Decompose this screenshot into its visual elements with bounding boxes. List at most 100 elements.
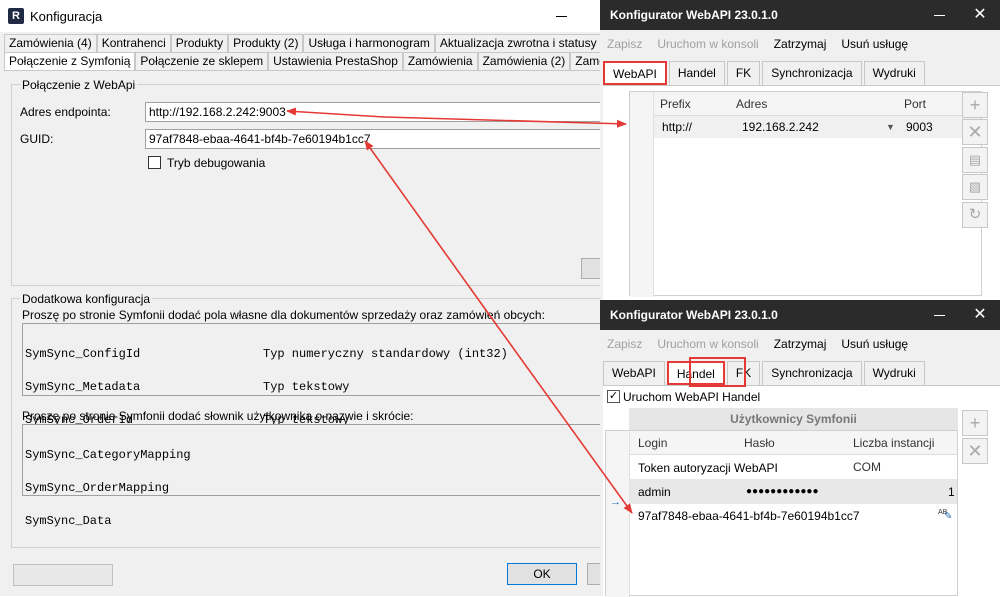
add-icon[interactable]: + [962, 92, 988, 118]
tab-handel[interactable]: Handel [666, 361, 725, 385]
app-logo-icon: R [8, 8, 24, 24]
endpoint-input[interactable]: http://192.168.2.242:9003 [145, 102, 615, 122]
cell-login[interactable]: admin [638, 480, 671, 504]
cell-password[interactable]: ●●●●●●●●●●●● [746, 480, 818, 504]
tab-usluga-harmonogram[interactable]: Usługa i harmonogram [303, 34, 435, 52]
chevron-down-icon[interactable]: ▼ [886, 122, 895, 132]
run-webapi-checkbox[interactable]: ✓ [607, 390, 620, 403]
cell-token[interactable]: 97af7848-ebaa-4641-bf4b-7e60194b1cc7 [638, 504, 860, 528]
tab-webapi[interactable]: WebAPI [603, 61, 667, 85]
tab-row-top: Zamówienia (4) Kontrahenci Produkty Prod… [4, 34, 602, 52]
tab-produkty-2[interactable]: Produkty (2) [228, 34, 304, 52]
cell-port[interactable]: 9003 [906, 120, 933, 134]
tab-aktualizacja-zwrotna[interactable]: Aktualizacja zwrotna i statusy [434, 34, 602, 52]
row-selector-column [606, 431, 630, 597]
close-icon[interactable]: ✕ [970, 305, 990, 325]
guid-label: GUID: [20, 132, 54, 146]
tab-fk[interactable]: FK [726, 361, 761, 385]
edit-pencil-icon[interactable]: ✎ [944, 505, 952, 529]
tab-row-bottom: Połączenie z Symfonią Połączenie ze skle… [4, 52, 663, 72]
table-row[interactable]: http:// 192.168.2.242 ▼ 9003 [654, 116, 981, 138]
extra-config-title: Dodatkowa konfiguracja [20, 292, 153, 306]
table-row[interactable]: admin ●●●●●●●●●●●● 1 [630, 480, 957, 504]
tab-synchronizacja[interactable]: Synchronizacja [762, 361, 862, 385]
title-bar: R Konfiguracja [0, 0, 600, 32]
delete-icon[interactable]: ✕ [962, 438, 988, 464]
run-webapi-label: Uruchom WebAPI Handel [623, 390, 761, 404]
token-header: Token autoryzacji WebAPI [630, 456, 957, 480]
grid-header: Prefix Adres Port [654, 92, 981, 116]
add-icon[interactable]: + [962, 410, 988, 436]
run-console-button[interactable]: Uruchom w konsoli [657, 337, 758, 351]
tab-strip: WebAPI Handel FK Synchronizacja Wydruki [603, 361, 927, 385]
row-pointer-icon: → [610, 496, 621, 508]
row-selector-column [630, 92, 654, 297]
tab-polaczenie-symfonia[interactable]: Połączenie z Symfonią [4, 52, 136, 72]
cell-address[interactable]: 192.168.2.242 [742, 120, 819, 134]
toolbar: Zapisz Uruchom w konsoli Zatrzymaj Usuń … [600, 30, 1000, 58]
tab-produkty[interactable]: Produkty [170, 34, 229, 52]
list-item: SymSync_CategoryMapping [25, 448, 191, 462]
run-console-button[interactable]: Uruchom w konsoli [657, 37, 758, 51]
save-button[interactable]: Zapisz [607, 337, 642, 351]
col-prefix[interactable]: Prefix [660, 92, 691, 116]
tab-zamowienia[interactable]: Zamówienia [402, 52, 478, 70]
window-title: Konfigurator WebAPI 23.0.1.0 [610, 308, 778, 322]
tab-fk[interactable]: FK [726, 61, 761, 85]
tab-wydruki[interactable]: Wydruki [863, 361, 925, 385]
close-icon[interactable]: ✕ [970, 5, 990, 25]
tab-kontrahenci[interactable]: Kontrahenci [96, 34, 171, 52]
dictionary-list[interactable]: SymSync_CategoryMapping SymSync_OrderMap… [22, 424, 612, 527]
col-port[interactable]: Port [904, 92, 926, 116]
remove-service-button[interactable]: Usuń usługę [841, 37, 908, 51]
debug-label: Tryb debugowania [167, 156, 266, 170]
token-label: Token autoryzacji WebAPI [638, 461, 778, 475]
users-header: Użytkownicy Symfonii [629, 408, 958, 430]
tab-wydruki[interactable]: Wydruki [863, 61, 925, 85]
cell-com-instances[interactable]: 1 [948, 480, 955, 504]
remove-locked-icon[interactable]: ▧ [962, 174, 988, 200]
field-type: Typ numeryczny standardowy (int32) [263, 347, 508, 361]
users-grid: Login Hasło Liczba instancji COM Token a… [605, 430, 958, 597]
col-address[interactable]: Adres [736, 92, 767, 116]
stop-button[interactable]: Zatrzymaj [774, 37, 827, 51]
field-name: SymSync_ConfigId [25, 347, 141, 361]
window-title: Konfiguracja [30, 9, 103, 24]
stop-button[interactable]: Zatrzymaj [774, 337, 827, 351]
konfiguracja-window: R Konfiguracja Zamówienia (4) Kontrahenc… [0, 0, 663, 596]
tab-synchronizacja[interactable]: Synchronizacja [762, 61, 862, 85]
endpoint-grid: Prefix Adres Port http:// 192.168.2.242 … [629, 91, 982, 297]
minimize-icon[interactable] [933, 8, 947, 22]
tab-webapi[interactable]: WebAPI [603, 361, 665, 385]
save-button[interactable]: Zapisz [607, 37, 642, 51]
tab-zamowienia-4[interactable]: Zamówienia (4) [4, 34, 97, 52]
remove-service-button[interactable]: Usuń usługę [841, 337, 908, 351]
title-bar: Konfigurator WebAPI 23.0.1.0 ✕ [600, 0, 1000, 30]
tab-polaczenie-sklep[interactable]: Połączenie ze sklepem [135, 52, 269, 70]
grid-header: Login Hasło Liczba instancji COM [630, 431, 957, 474]
list-item: SymSync_Metadata Typ tekstowy [25, 380, 609, 394]
delete-icon[interactable]: ✕ [962, 119, 988, 145]
minimize-icon[interactable] [552, 6, 572, 26]
copy-locked-icon[interactable]: ▤ [962, 147, 988, 173]
dictionary-description: Proszę po stronie Symfonii dodać słownik… [22, 409, 414, 423]
list-item: SymSync_Data [25, 514, 112, 528]
cell-prefix[interactable]: http:// [662, 120, 692, 134]
token-row[interactable]: 97af7848-ebaa-4641-bf4b-7e60194b1cc7 AB … [630, 504, 957, 528]
col-password[interactable]: Hasło [744, 431, 775, 455]
list-item: SymSync_ConfigId Typ numeryczny standardo… [25, 347, 609, 361]
field-type: Typ tekstowy [263, 380, 350, 394]
ok-button[interactable]: OK [507, 563, 577, 585]
secondary-button[interactable] [13, 564, 113, 586]
refresh-icon[interactable]: ↻ [962, 202, 988, 228]
tab-handel[interactable]: Handel [668, 61, 725, 85]
list-item: SymSync_OrderMapping [25, 481, 170, 495]
tab-zamowienia-2[interactable]: Zamówienia (2) [477, 52, 571, 70]
toolbar: Zapisz Uruchom w konsoli Zatrzymaj Usuń … [600, 330, 1000, 358]
guid-input[interactable]: 97af7848-ebaa-4641-bf4b-7e60194b1cc7 [145, 129, 615, 149]
tab-ustawienia-prestashop[interactable]: Ustawienia PrestaShop [268, 52, 403, 70]
minimize-icon[interactable] [933, 308, 947, 322]
custom-fields-list[interactable]: SymSync_ConfigId Typ numeryczny standardo… [22, 323, 612, 426]
col-login[interactable]: Login [638, 431, 667, 455]
debug-checkbox[interactable] [148, 156, 161, 169]
